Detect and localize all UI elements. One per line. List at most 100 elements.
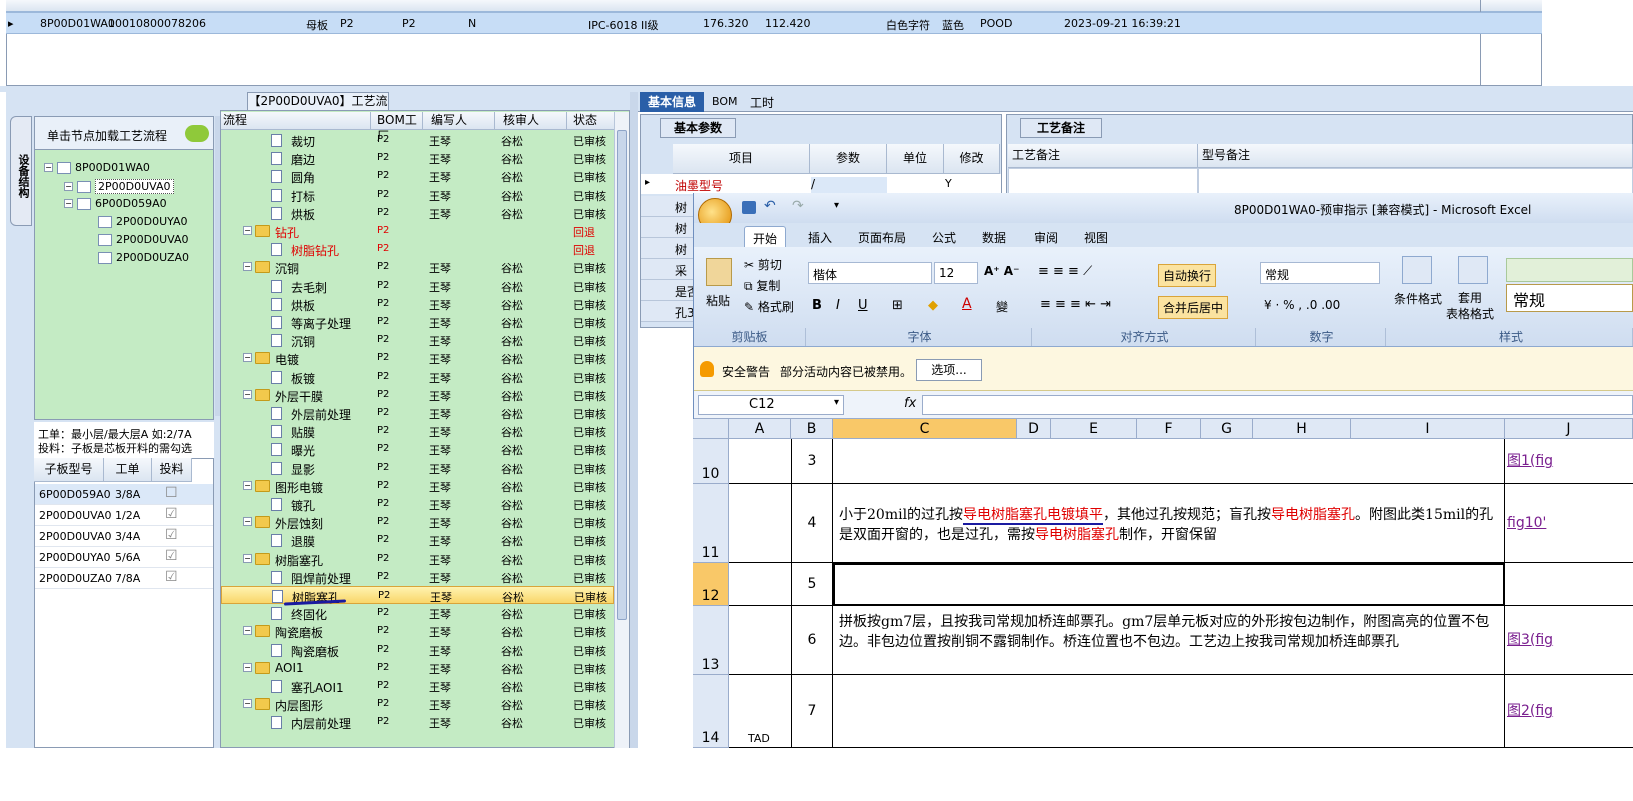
process-row[interactable]: 树脂塞孔 P2 王琴 谷松 已审核: [221, 586, 614, 605]
column-header[interactable]: B: [791, 419, 833, 439]
material-checkbox[interactable]: ☑: [165, 569, 178, 585]
process-row[interactable]: − 内层图形 P2 王琴 谷松 已审核: [221, 695, 614, 713]
sub-board-row[interactable]: 6P00D059A0 3/8A ☐: [35, 484, 213, 505]
function-icon[interactable]: fx: [904, 396, 916, 411]
cell-c-merged[interactable]: [833, 675, 1505, 748]
phonetic-icon[interactable]: 變: [996, 298, 1008, 315]
collapse-icon[interactable]: −: [243, 389, 252, 399]
table-format-button[interactable]: 套用 表格格式: [1446, 290, 1494, 322]
name-box[interactable]: C12: [698, 395, 844, 415]
cell-b[interactable]: 4: [791, 484, 833, 563]
bold-button[interactable]: B: [812, 298, 822, 313]
number-format-icons[interactable]: ¥ · % , .0 .00: [1264, 298, 1340, 312]
cell-c-merged[interactable]: [833, 563, 1505, 606]
table-format-icon[interactable]: [1458, 256, 1488, 284]
collapse-icon[interactable]: −: [64, 199, 73, 208]
tab-basic-info[interactable]: 基本信息: [640, 92, 704, 112]
process-row[interactable]: − 沉铜 P2 王琴 谷松 已审核: [221, 258, 614, 276]
column-header[interactable]: J: [1505, 419, 1633, 439]
tab-hours[interactable]: 工时: [750, 94, 774, 111]
row-header[interactable]: 11: [693, 484, 729, 563]
process-row[interactable]: 贴膜 P2 王琴 谷松 已审核: [221, 422, 614, 440]
grow-font-button[interactable]: A⁺ A⁻: [984, 264, 1019, 278]
flow-scrollbar[interactable]: [614, 112, 629, 748]
paste-icon[interactable]: [706, 258, 732, 286]
params-row-0[interactable]: ▸ 油墨型号 / Y: [641, 174, 1001, 194]
process-row[interactable]: 沉铜 P2 王琴 谷松 已审核: [221, 331, 614, 349]
process-row[interactable]: − 钻孔 P2 回退: [221, 222, 614, 240]
collapse-icon[interactable]: −: [243, 480, 252, 490]
process-row[interactable]: 打标 P2 王琴 谷松 已审核: [221, 186, 614, 204]
middle-splitter[interactable]: [630, 92, 638, 748]
process-row[interactable]: 烘板 P2 王琴 谷松 已审核: [221, 204, 614, 222]
name-box-dropdown-icon[interactable]: ▾: [834, 397, 839, 408]
material-checkbox[interactable]: ☐: [165, 485, 178, 501]
collapse-icon[interactable]: −: [243, 699, 252, 709]
cut-button[interactable]: ✂ 剪切: [744, 256, 782, 273]
tree-node[interactable]: 2P00D0UZA0: [82, 251, 189, 264]
figure-link[interactable]: fig10': [1507, 515, 1546, 531]
process-row[interactable]: 等离子处理 P2 王琴 谷松 已审核: [221, 313, 614, 331]
ribbon-tab[interactable]: 视图: [1076, 226, 1116, 248]
process-row[interactable]: − 外层干膜 P2 王琴 谷松 已审核: [221, 386, 614, 404]
material-checkbox[interactable]: ☑: [165, 506, 178, 522]
params-row[interactable]: 是否: [641, 280, 699, 301]
copy-button[interactable]: ⧉ 复制: [744, 277, 780, 294]
tree-node[interactable]: 2P00D0UYA0: [82, 215, 188, 228]
collapse-icon[interactable]: −: [243, 626, 252, 636]
cell-j[interactable]: 图2(fig: [1505, 675, 1633, 748]
process-row[interactable]: 树脂钻孔 P2 回退: [221, 240, 614, 258]
process-row[interactable]: − 外层蚀刻 P2 王琴 谷松 已审核: [221, 513, 614, 531]
cell-j[interactable]: fig10': [1505, 484, 1633, 563]
process-row[interactable]: 阻焊前处理 P2 王琴 谷松 已审核: [221, 568, 614, 586]
font-color-icon[interactable]: A: [962, 296, 972, 312]
cell-c-merged[interactable]: [833, 439, 1505, 484]
row-header[interactable]: 14: [693, 675, 729, 748]
paste-button[interactable]: 粘贴: [706, 292, 730, 309]
cell-j[interactable]: 图1(fig: [1505, 439, 1633, 484]
ribbon-tab[interactable]: 公式: [924, 226, 964, 248]
model-remarks-field[interactable]: [1198, 168, 1633, 194]
fill-color-icon[interactable]: ◆: [928, 298, 938, 313]
ribbon-tab[interactable]: 数据: [974, 226, 1014, 248]
cell-style-normal[interactable]: 常规: [1506, 284, 1633, 312]
collapse-icon[interactable]: −: [243, 262, 252, 272]
process-row[interactable]: 塞孔AOI1 P2 王琴 谷松 已审核: [221, 677, 614, 695]
sub-board-row[interactable]: 2P00D0UYA0 5/6A ☑: [35, 547, 213, 568]
process-row[interactable]: 裁切 P2 王琴 谷松 已审核: [221, 131, 614, 149]
cell-c-merged[interactable]: 拼板按gm7层，且按我司常规加桥连邮票孔。gm7层单元板对应的外形按包边制作，附…: [833, 606, 1505, 675]
tree-node[interactable]: − 8P00D01WA0: [44, 161, 150, 174]
process-row[interactable]: − 电镀 P2 王琴 谷松 已审核: [221, 349, 614, 367]
tree-node[interactable]: − 6P00D059A0: [64, 197, 167, 210]
options-button[interactable]: 选项...: [916, 359, 982, 381]
params-row[interactable]: 树: [641, 238, 693, 259]
column-header[interactable]: F: [1137, 419, 1201, 439]
collapse-icon[interactable]: −: [243, 662, 252, 672]
undo-icon[interactable]: ↶: [764, 198, 776, 214]
collapse-icon[interactable]: −: [243, 553, 252, 563]
ribbon-tab[interactable]: 开始: [744, 226, 787, 248]
cell-b[interactable]: 5: [791, 563, 833, 606]
column-header[interactable]: H: [1253, 419, 1351, 439]
ribbon-tab[interactable]: 插入: [800, 226, 840, 248]
process-row[interactable]: 陶瓷磨板 P2 王琴 谷松 已审核: [221, 641, 614, 659]
process-row[interactable]: 终固化 P2 王琴 谷松 已审核: [221, 604, 614, 622]
collapse-icon[interactable]: −: [243, 517, 252, 527]
border-icon[interactable]: ⊞: [892, 298, 903, 313]
sub-board-row[interactable]: 2P00D0UVA0 1/2A ☑: [35, 505, 213, 526]
align-top-icons[interactable]: ≡ ≡ ≡ ⟋: [1038, 264, 1092, 279]
cell-b[interactable]: 3: [791, 439, 833, 484]
tree-node[interactable]: − 2P00D0UVA0: [64, 179, 174, 194]
process-row[interactable]: − 陶瓷磨板 P2 王琴 谷松 已审核: [221, 622, 614, 640]
qat-customize-icon[interactable]: ▾: [834, 200, 839, 211]
column-header[interactable]: C: [833, 419, 1017, 439]
tab-process-remarks[interactable]: 工艺备注: [1020, 118, 1102, 138]
cell-c11-text[interactable]: 小于20mil的过孔按导电树脂塞孔电镀填平，其他过孔按规范；盲孔按导电树脂塞孔。…: [839, 505, 1505, 545]
process-row[interactable]: 退膜 P2 王琴 谷松 已审核: [221, 531, 614, 549]
material-checkbox[interactable]: ☑: [165, 548, 178, 564]
conditional-format-icon[interactable]: [1402, 256, 1432, 284]
cell-b[interactable]: 6: [791, 606, 833, 675]
collapse-icon[interactable]: −: [243, 353, 252, 363]
conditional-format-button[interactable]: 条件格式: [1394, 290, 1442, 307]
wrap-text-button[interactable]: 自动换行: [1158, 264, 1217, 287]
